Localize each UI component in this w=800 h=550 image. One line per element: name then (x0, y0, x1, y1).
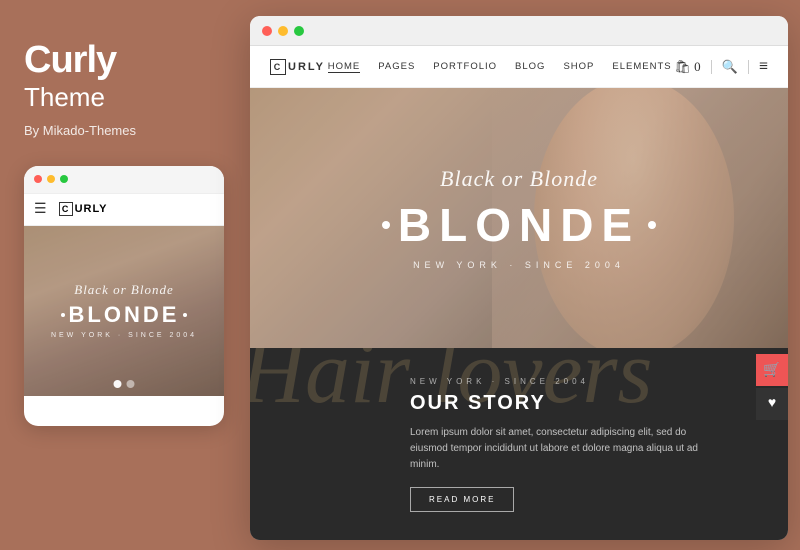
nav-pages[interactable]: PAGES (378, 61, 415, 73)
icon-divider-2 (748, 60, 749, 74)
dark-subtitle: NEW YORK · SINCE 2004 (410, 377, 708, 386)
desktop-bullet-left (382, 221, 390, 229)
desktop-logo-letter: C (270, 59, 286, 75)
slide-dot-2[interactable] (127, 380, 135, 388)
mobile-hero-sub: NEW YORK · SINCE 2004 (51, 332, 197, 339)
floating-cart-button[interactable]: 🛒 (756, 354, 788, 386)
mobile-bullet-right (183, 313, 187, 317)
mobile-logo: C URLY (59, 202, 108, 216)
mobile-dot-green (60, 175, 68, 183)
dark-content: NEW YORK · SINCE 2004 OUR STORY Lorem ip… (410, 377, 708, 512)
desktop-logo-text: URLY (288, 61, 325, 73)
brand-by: By Mikado-Themes (24, 123, 224, 138)
desktop-hero-script: Black or Blonde (440, 166, 598, 192)
brand-subtitle: Theme (24, 82, 224, 113)
mobile-logo-text: URLY (75, 203, 108, 215)
mobile-nav: ☰ C URLY (24, 194, 224, 226)
left-panel: Curly Theme By Mikado-Themes ☰ C URLY Bl… (0, 0, 248, 550)
brand-name: Curly (24, 40, 224, 82)
mobile-dot-yellow (47, 175, 55, 183)
hamburger-icon[interactable]: ☰ (34, 201, 47, 218)
desktop-dark-section: Hair lovers NEW YORK · SINCE 2004 OUR ST… (250, 348, 788, 540)
floating-buttons: 🛒 ♥ (756, 354, 788, 420)
floating-wishlist-button[interactable]: ♥ (756, 388, 788, 420)
desktop-dot-green (294, 26, 304, 36)
mobile-hero-script: Black or Blonde (74, 282, 173, 298)
mobile-hero: Black or Blonde BLONDE NEW YORK · SINCE … (24, 226, 224, 396)
nav-elements[interactable]: ELEMENTS (612, 61, 671, 73)
desktop-mockup: C URLY HOME PAGES PORTFOLIO BLOG SHOP EL… (250, 16, 788, 540)
cart-icon[interactable]: 🛍 0 (674, 59, 700, 75)
read-more-button[interactable]: READ MORE (410, 487, 514, 512)
desktop-dot-red (262, 26, 272, 36)
dark-body-text: Lorem ipsum dolor sit amet, consectetur … (410, 425, 708, 473)
search-icon[interactable]: 🔍 (722, 59, 738, 75)
menu-icon[interactable]: ≡ (759, 58, 768, 76)
icon-divider-1 (711, 60, 712, 74)
dark-title: OUR STORY (410, 392, 708, 415)
mobile-logo-letter: C (59, 202, 73, 216)
nav-shop[interactable]: SHOP (563, 61, 594, 73)
nav-home[interactable]: HOME (328, 61, 361, 73)
slide-dot-1[interactable] (114, 380, 122, 388)
desktop-icon-group: 🛍 0 🔍 ≡ (674, 58, 768, 76)
desktop-bullet-right (648, 221, 656, 229)
mobile-blonde-text: BLONDE (69, 302, 180, 328)
desktop-dot-yellow (278, 26, 288, 36)
nav-blog[interactable]: BLOG (515, 61, 545, 73)
desktop-nav: C URLY HOME PAGES PORTFOLIO BLOG SHOP EL… (250, 46, 788, 88)
desktop-logo: C URLY (270, 59, 325, 75)
mobile-slide-dots (114, 380, 135, 388)
desktop-top-bar (250, 16, 788, 46)
desktop-hero-sub: NEW YORK · SINCE 2004 (413, 260, 625, 270)
mobile-dot-red (34, 175, 42, 183)
nav-portfolio[interactable]: PORTFOLIO (433, 61, 497, 73)
desktop-menu: HOME PAGES PORTFOLIO BLOG SHOP ELEMENTS (328, 61, 672, 73)
desktop-hero-blonde: BLONDE (382, 198, 656, 252)
desktop-blonde-text: BLONDE (398, 198, 640, 252)
desktop-hero: Black or Blonde BLONDE NEW YORK · SINCE … (250, 88, 788, 348)
mobile-hero-blonde: BLONDE (61, 302, 188, 328)
mobile-mockup: ☰ C URLY Black or Blonde BLONDE NEW YORK… (24, 166, 224, 426)
mobile-bullet-left (61, 313, 65, 317)
mobile-top-bar (24, 166, 224, 194)
